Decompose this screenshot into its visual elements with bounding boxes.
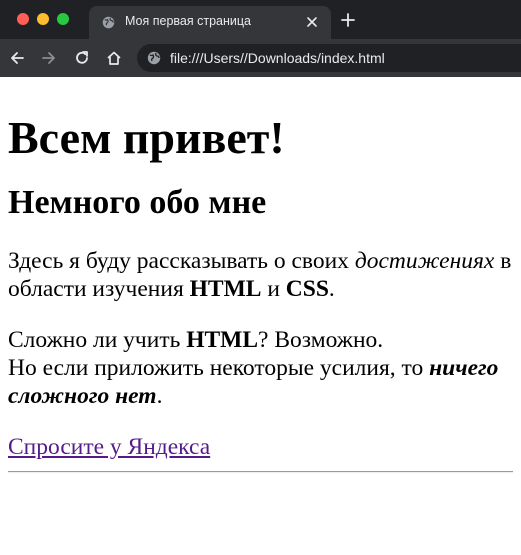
page-content: Всем привет! Немного обо мне Здесь я буд…: [8, 77, 513, 473]
minimize-window-button[interactable]: [37, 13, 49, 25]
close-tab-icon[interactable]: [304, 14, 320, 30]
bold-text: HTML: [186, 327, 259, 353]
emphasis-text: достижениях: [354, 248, 495, 274]
navigation-toolbar: file:///Users//Downloads/index.html: [0, 39, 521, 77]
reload-icon[interactable]: [73, 49, 91, 67]
page-subheading: Немного обо мне: [8, 184, 267, 221]
browser-chrome: Моя первая страница file:///Users//Downl…: [0, 0, 521, 77]
tab-strip: Моя первая страница: [0, 0, 521, 39]
address-bar[interactable]: file:///Users//Downloads/index.html: [137, 44, 521, 72]
text: и: [261, 276, 286, 302]
tab-title: Моя первая страница: [125, 14, 251, 28]
bold-text: HTML: [189, 276, 262, 302]
home-icon[interactable]: [105, 49, 123, 67]
globe-icon: [102, 16, 115, 29]
paragraph-about: Здесь я буду рассказывать о своих достиж…: [8, 247, 513, 303]
bold-text: CSS: [285, 276, 329, 302]
maximize-window-button[interactable]: [57, 13, 69, 25]
text: .: [328, 276, 335, 302]
page-heading: Всем привет!: [8, 112, 285, 163]
text: Но если приложить некоторые усилия, то: [8, 355, 430, 381]
text: Сложно ли учить: [8, 327, 187, 353]
tab-active[interactable]: Моя первая страница: [89, 6, 331, 39]
back-arrow-icon[interactable]: [8, 49, 26, 67]
forward-arrow-icon[interactable]: [40, 49, 58, 67]
text: Здесь я буду рассказывать о своих: [8, 248, 355, 274]
text: .: [156, 383, 163, 409]
close-window-button[interactable]: [17, 13, 29, 25]
globe-icon: [147, 51, 161, 65]
horizontal-rule: [8, 471, 513, 473]
address-url[interactable]: file:///Users//Downloads/index.html: [170, 50, 385, 66]
paragraph-difficulty: Сложно ли учить HTML? Возможно. Но если п…: [8, 326, 513, 410]
yandex-link[interactable]: Спросите у Яндекса: [8, 434, 210, 460]
link-paragraph: Спросите у Яндекса: [8, 433, 513, 461]
new-tab-icon[interactable]: [340, 12, 356, 28]
text: ? Возможно.: [258, 327, 384, 353]
